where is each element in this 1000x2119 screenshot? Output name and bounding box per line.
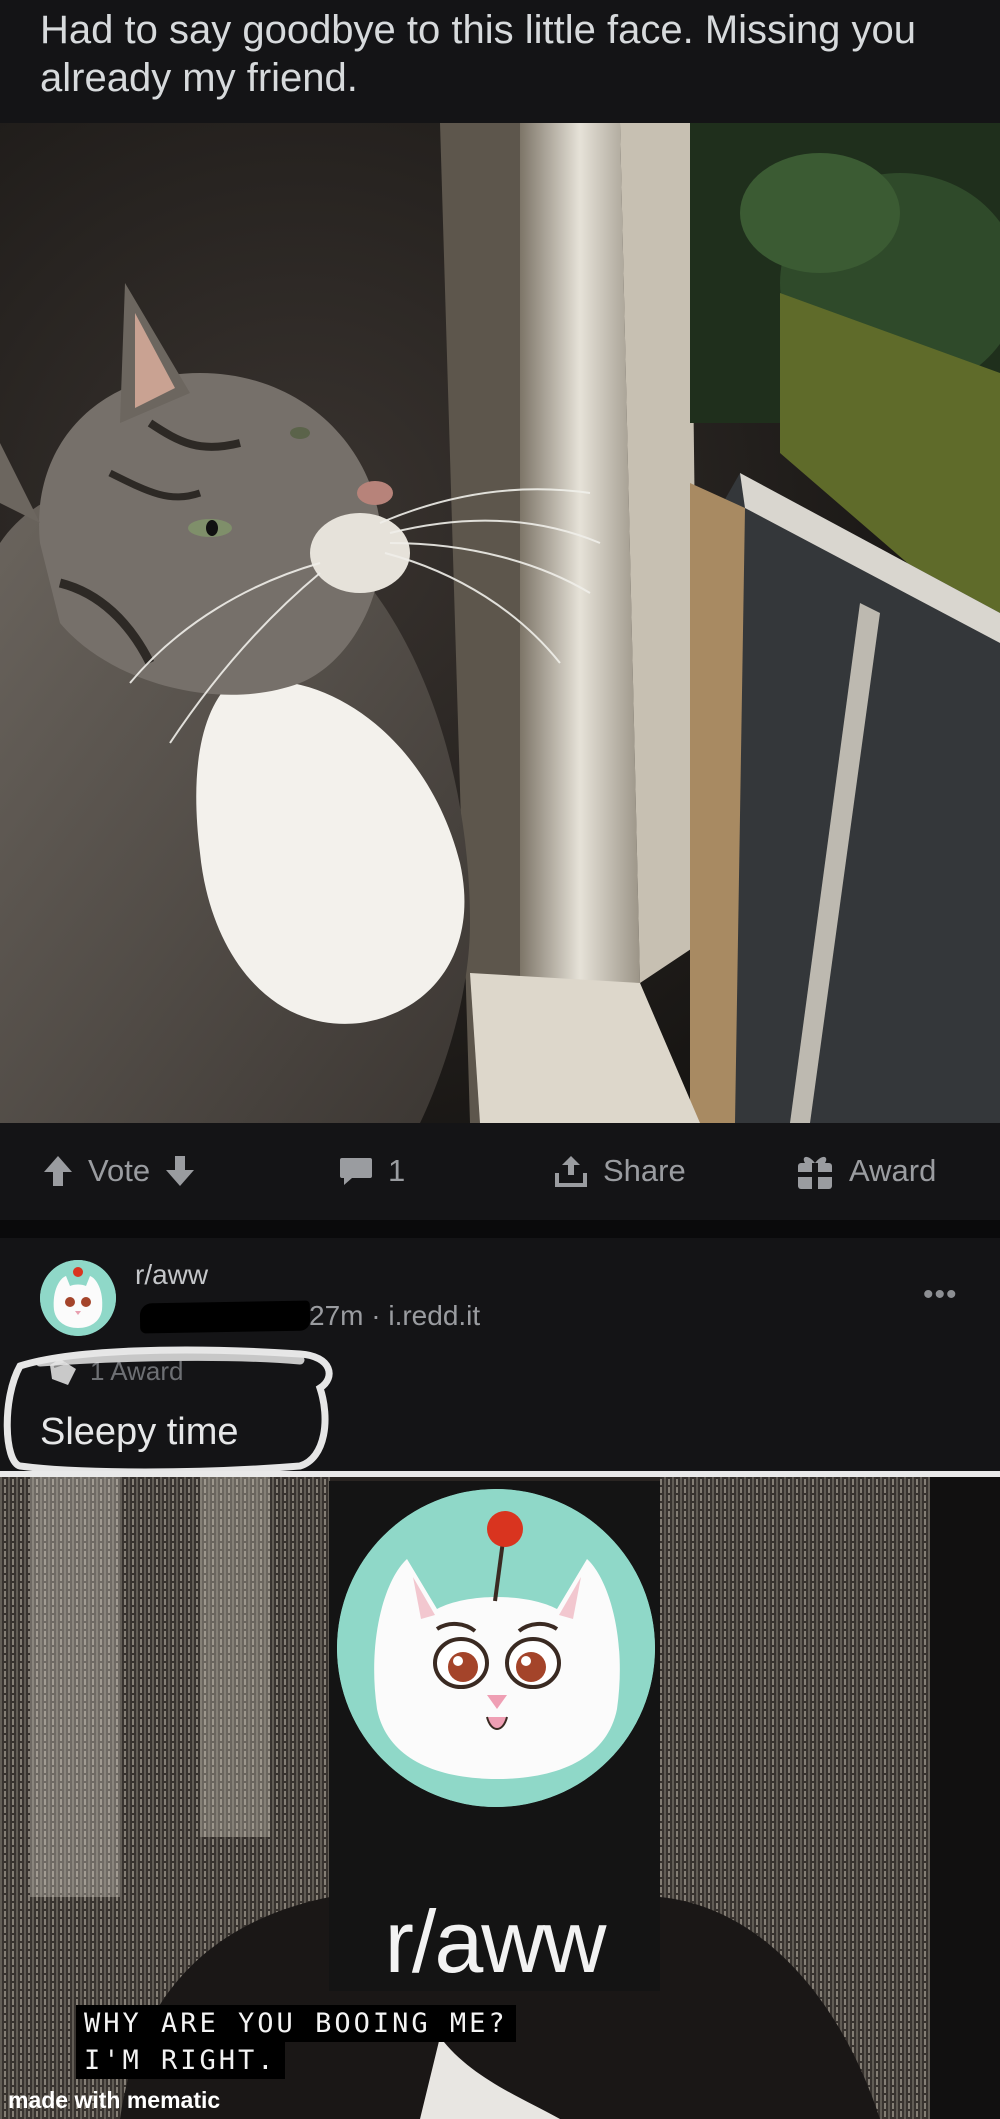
mematic-watermark: made with mematic <box>8 2087 221 2113</box>
meme-caption-line-2: I'M RIGHT. <box>76 2042 285 2079</box>
post-meta: 27m · i.redd.it <box>309 1300 481 1331</box>
vote-label: Vote <box>88 1153 151 1188</box>
share-icon <box>555 1156 587 1187</box>
subreddit-avatar[interactable] <box>40 1260 116 1336</box>
award-label: Award <box>849 1153 937 1188</box>
aww-logo-circle <box>337 1489 655 1807</box>
vote-control: Vote <box>42 1147 196 1195</box>
award-badge-icon <box>50 1358 76 1385</box>
downvote-arrow-icon[interactable] <box>164 1154 196 1188</box>
upvote-arrow-icon[interactable] <box>42 1154 74 1188</box>
aww-cat-mascot-icon <box>337 1489 655 1807</box>
post-title[interactable]: Had to say goodbye to this little face. … <box>40 6 940 102</box>
comments-button[interactable]: 1 <box>338 1147 405 1195</box>
meme-panel: r/aww WHY ARE YOU BOOING ME? I'M RIGHT. … <box>0 1477 1000 2119</box>
embedded-post-title[interactable]: Sleepy time <box>40 1411 239 1454</box>
aww-logo-text: r/aww <box>384 1892 607 1991</box>
award-count: 1 Award <box>90 1356 184 1386</box>
share-button[interactable]: Share <box>553 1147 686 1195</box>
award-button[interactable]: Award <box>795 1147 936 1195</box>
comment-count: 1 <box>388 1153 406 1188</box>
subreddit-name[interactable]: r/aww <box>135 1259 208 1291</box>
more-options-icon[interactable]: ••• <box>923 1278 958 1312</box>
comment-bubble-icon <box>340 1158 372 1185</box>
cat-photo <box>0 123 1000 1123</box>
section-divider <box>0 1220 1000 1238</box>
aww-logo-card: r/aww <box>329 1481 660 1991</box>
embedded-post: r/aww 27m · i.redd.it ••• 1 Award Sleepy… <box>0 1238 1000 1471</box>
post-header: Had to say goodbye to this little face. … <box>0 0 1000 123</box>
share-label: Share <box>603 1153 686 1188</box>
award-badge[interactable]: 1 Award <box>46 1356 183 1387</box>
post-image[interactable] <box>0 123 1000 1123</box>
post-action-bar: Vote 1 Share Award <box>0 1123 1000 1220</box>
redacted-username <box>139 1300 311 1334</box>
post-meta-row: 27m · i.redd.it <box>135 1296 635 1336</box>
meme-caption-line-1: WHY ARE YOU BOOING ME? <box>76 2005 516 2042</box>
aww-cat-avatar-icon <box>40 1260 116 1336</box>
gift-award-icon <box>798 1156 832 1189</box>
